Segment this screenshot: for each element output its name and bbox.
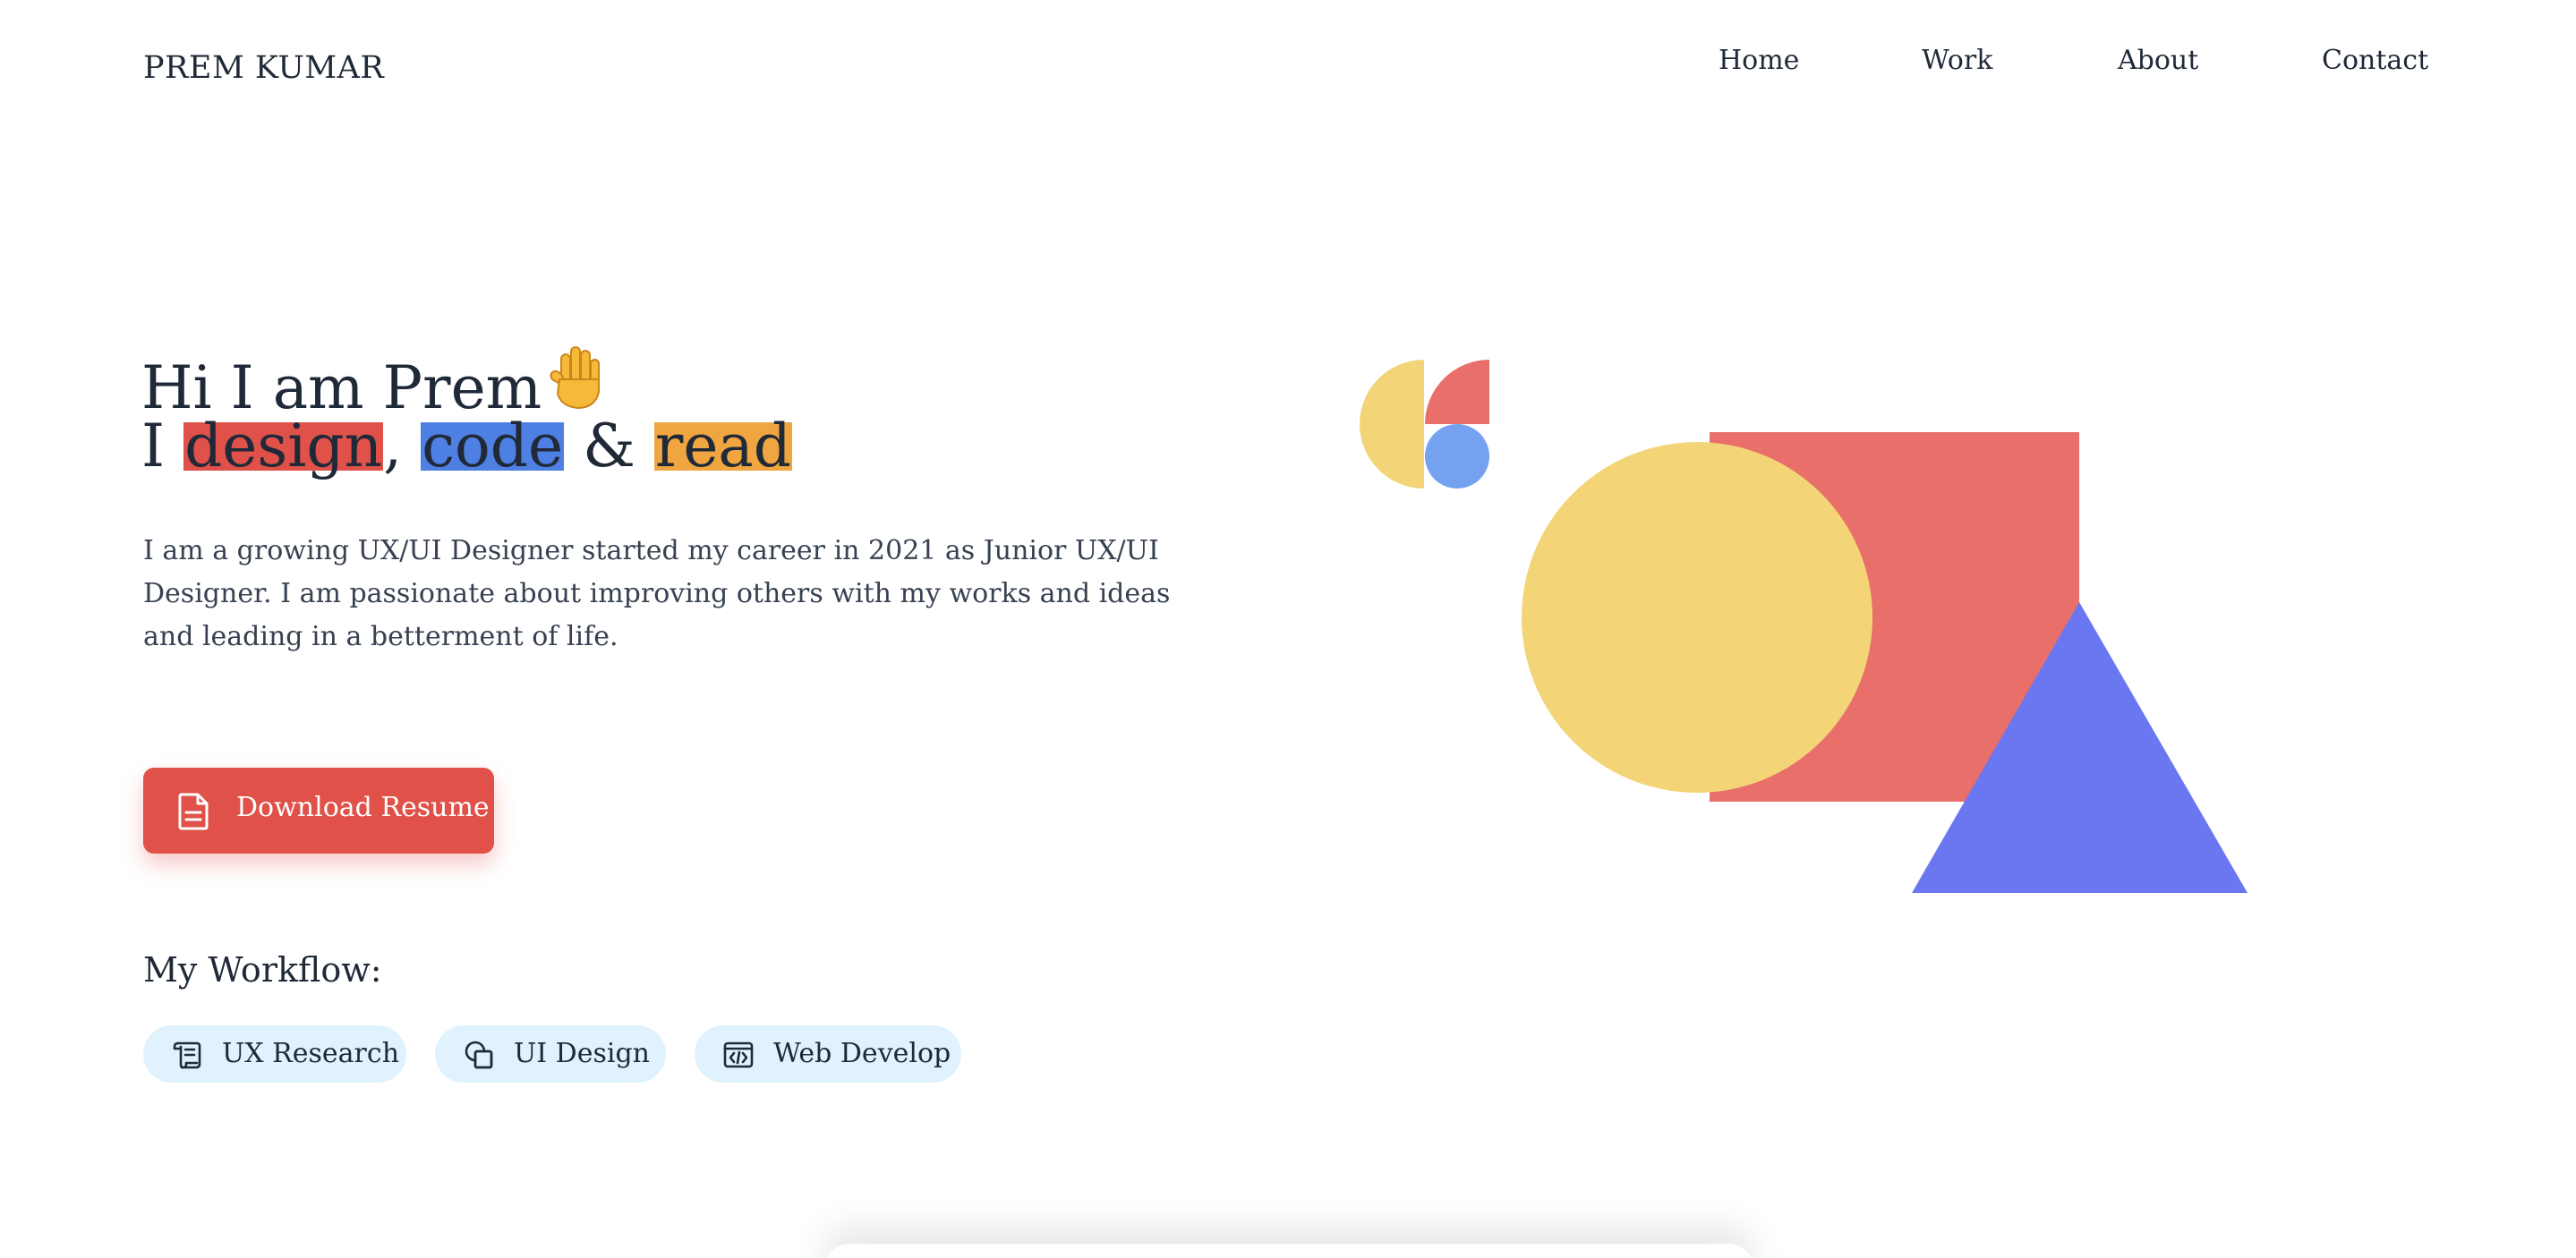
nav-home-link[interactable]: Home <box>1719 45 1799 76</box>
large-yellow-circle-shape <box>1522 442 1872 793</box>
download-resume-label: Download Resume <box>236 792 490 823</box>
page: PREM KUMAR Home Work About Contact Hi I … <box>0 0 2576 1258</box>
workflow-chip-label: Web Develop <box>773 1038 951 1069</box>
tagline-design: design <box>183 412 384 480</box>
workflow-chip-web-develop[interactable]: Web Develop <box>695 1025 961 1083</box>
small-half-circle-shape <box>1360 360 1424 489</box>
tagline-code: code <box>421 412 565 480</box>
brand-logo[interactable]: PREM KUMAR <box>143 50 384 86</box>
nav-work-link[interactable]: Work <box>1922 45 1992 76</box>
tagline-read: read <box>653 412 793 480</box>
code-window-icon <box>723 1040 754 1070</box>
tagline-separator-1: , <box>383 412 422 480</box>
next-section-card-edge <box>823 1244 1754 1258</box>
hero-illustration <box>1343 340 2273 913</box>
small-quarter-circle-shape <box>1425 360 1489 424</box>
intro-paragraph: I am a growing UX/UI Designer started my… <box>143 535 1171 652</box>
shapes-icon <box>464 1040 494 1070</box>
document-icon <box>177 793 209 830</box>
download-resume-button[interactable]: Download Resume <box>143 768 494 854</box>
small-blue-circle-shape <box>1425 424 1489 489</box>
workflow-chip-ui-design[interactable]: UI Design <box>435 1025 666 1083</box>
tagline-prefix: I <box>141 412 184 480</box>
waving-hand-icon <box>542 342 611 413</box>
hero-tagline: I design, code & read <box>141 408 793 485</box>
tagline-separator-2: & <box>564 412 654 480</box>
main-nav: Home Work About Contact <box>1701 45 2428 82</box>
scroll-icon <box>172 1040 202 1070</box>
workflow-chip-label: UX Research <box>222 1038 400 1069</box>
workflow-chip-label: UI Design <box>514 1038 650 1069</box>
workflow-chip-ux-research[interactable]: UX Research <box>143 1025 406 1083</box>
workflow-title: My Workflow: <box>143 950 382 990</box>
nav-about-link[interactable]: About <box>2118 45 2198 76</box>
nav-contact-link[interactable]: Contact <box>2322 45 2428 76</box>
